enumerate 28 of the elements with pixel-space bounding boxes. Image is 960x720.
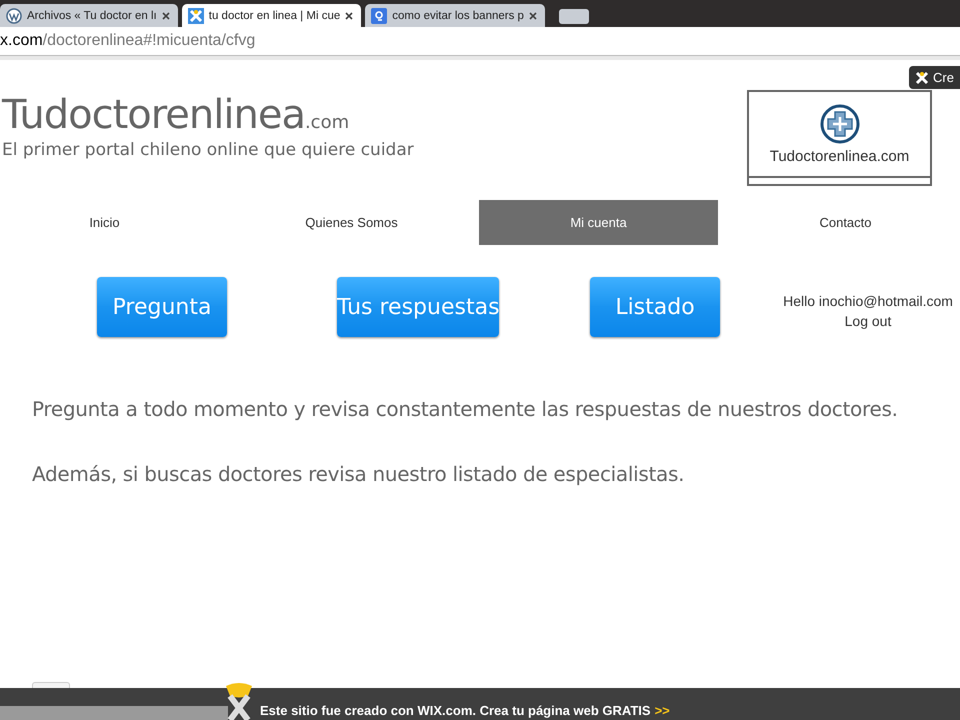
browser-tab[interactable]: tu doctor en linea | Mi cue	[182, 4, 362, 27]
logo-text: Tudoctorenlinea.com	[770, 148, 910, 165]
site-tagline: El primer portal chileno online que quiere cuidar	[2, 140, 414, 160]
close-icon[interactable]	[528, 12, 537, 20]
url-host: x.com	[0, 32, 43, 50]
user-greeting: Hello inochio@hotmail.com	[782, 293, 954, 309]
info-paragraph: Pregunta a todo momento y revisa constantemente las respuestas de nuestros doctores.	[32, 397, 899, 421]
banner-text: Este sitio fue creado con WIX.com. Crea tu página web GRATIS	[260, 703, 651, 720]
browser-tab[interactable]: Archivos « Tu doctor en lı	[0, 4, 178, 27]
browser-tab[interactable]: como evitar los banners p	[365, 4, 545, 27]
info-paragraph: Además, si buscas doctores revisa nuestro listado de especialistas.	[32, 462, 686, 486]
logout-link[interactable]: Log out	[776, 313, 960, 329]
new-tab-button[interactable]	[558, 9, 589, 24]
nav-item[interactable]: Inicio	[0, 200, 224, 245]
banner-link[interactable]: >>	[654, 703, 670, 720]
close-icon[interactable]	[345, 12, 354, 20]
wix-logo-icon	[188, 8, 204, 24]
wix-logo-icon	[915, 70, 930, 84]
nav-item[interactable]: Contacto	[726, 200, 960, 245]
url-path: /doctorenlinea#!micuenta/cfvg	[42, 32, 256, 50]
nav-item[interactable]: Quienes Somos	[232, 200, 471, 245]
nav-item[interactable]: Mi cuenta	[479, 200, 718, 245]
medical-cross-icon	[820, 104, 860, 144]
site-title: Tudoctorenlinea.com	[2, 92, 350, 138]
wordpress-icon	[6, 8, 22, 24]
close-icon[interactable]	[162, 12, 170, 20]
google-icon	[371, 8, 388, 24]
wix-badge[interactable]: Cre	[909, 66, 960, 89]
